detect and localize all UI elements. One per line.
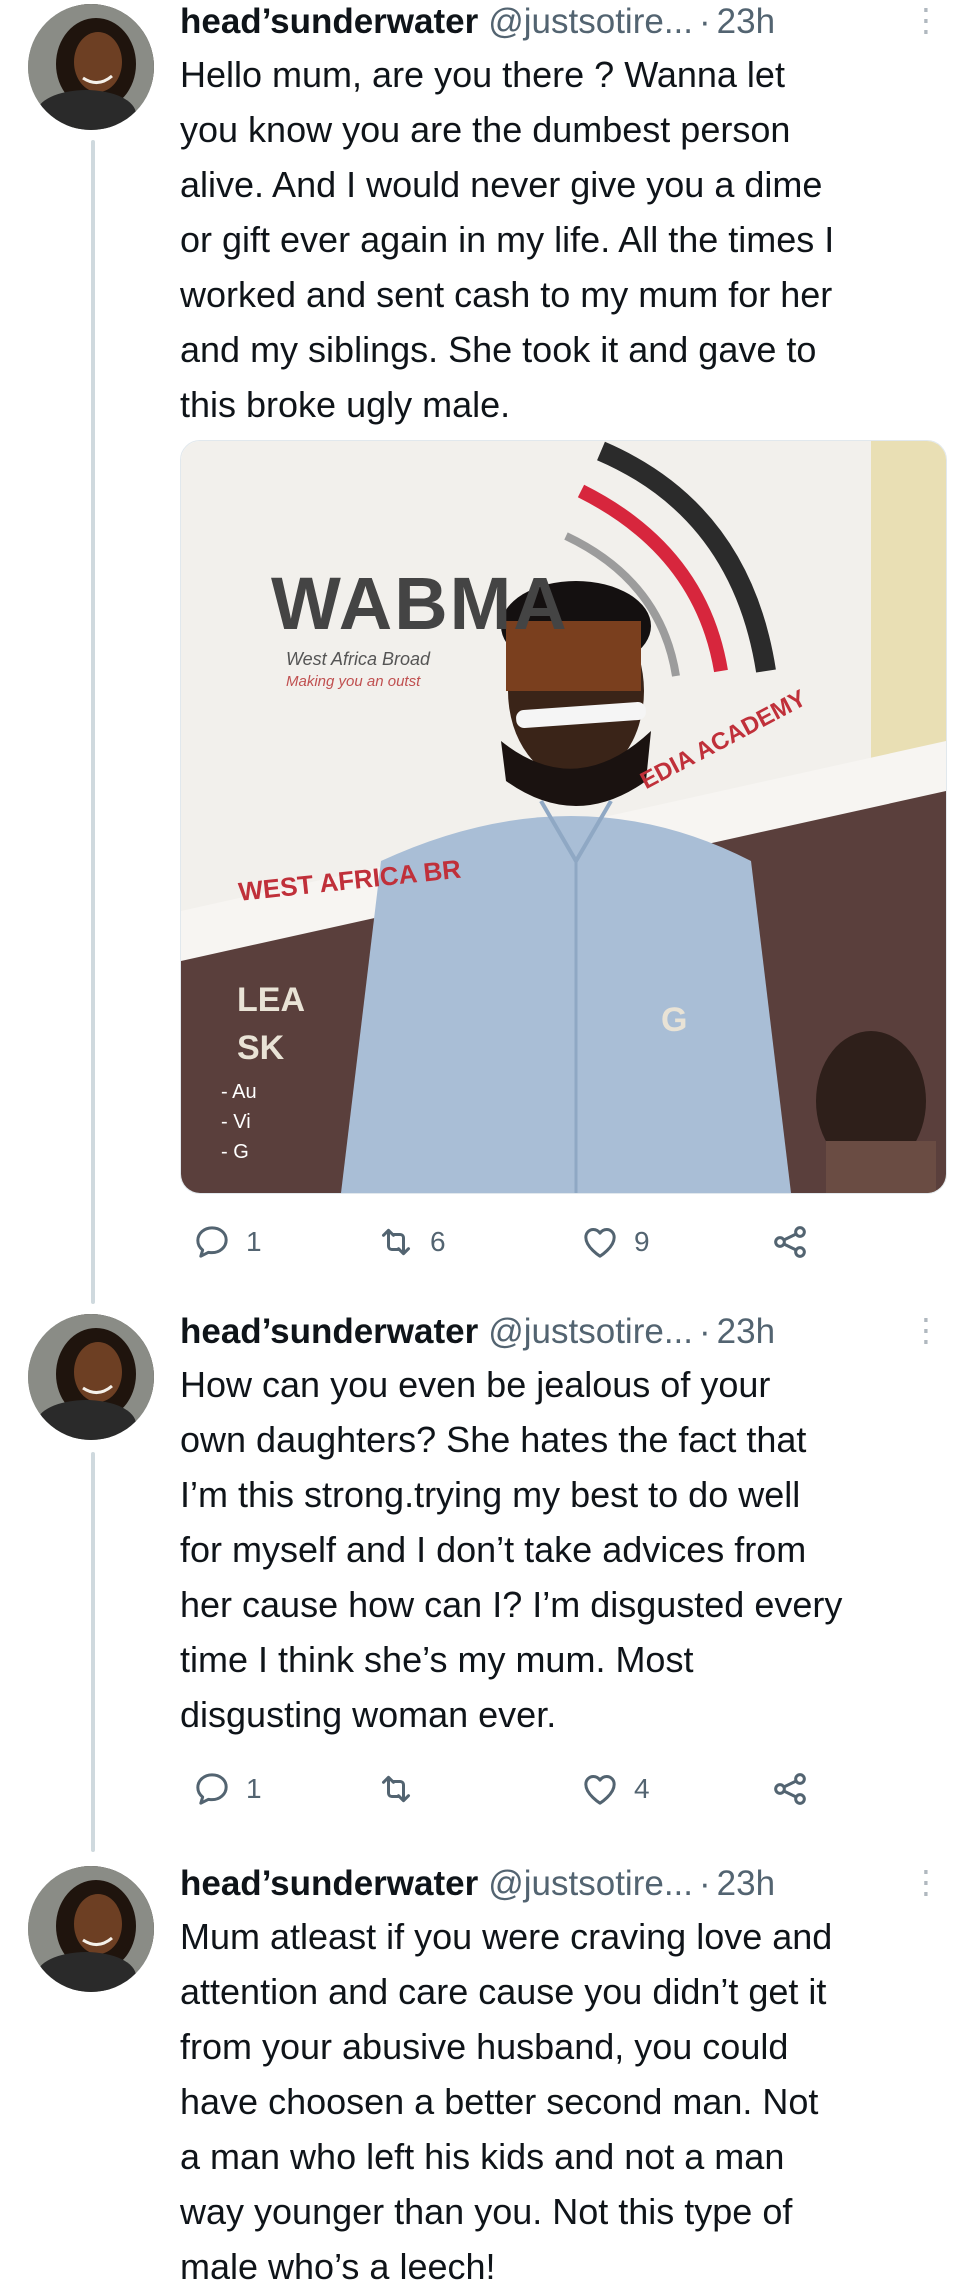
banner-tagline: West Africa Broad bbox=[286, 649, 431, 669]
media-photo bbox=[181, 441, 946, 1193]
like-button[interactable]: 9 bbox=[580, 1219, 650, 1265]
tweet-text: Hello mum, are you there ? Wanna let you… bbox=[180, 54, 835, 425]
author-name[interactable]: head’sunderwater bbox=[180, 0, 478, 44]
banner-list-item: - Vi bbox=[221, 1111, 251, 1133]
heart-icon bbox=[584, 1775, 616, 1805]
banner-list-item: - Au bbox=[221, 1081, 257, 1103]
retweet-button[interactable]: 6 bbox=[376, 1219, 446, 1265]
more-icon[interactable]: ⋮ bbox=[910, 1310, 942, 1350]
more-icon[interactable]: ⋮ bbox=[910, 1862, 942, 1902]
author-handle[interactable]: @justsotire... bbox=[488, 1310, 693, 1354]
timestamp[interactable]: 23h bbox=[717, 0, 775, 44]
avatar[interactable] bbox=[28, 1866, 154, 1992]
share-button[interactable] bbox=[770, 1766, 834, 1812]
timestamp[interactable]: 23h bbox=[717, 1862, 775, 1906]
reply-button[interactable]: 1 bbox=[192, 1766, 262, 1812]
author-handle[interactable]: @justsotire... bbox=[488, 1862, 693, 1906]
like-count: 4 bbox=[634, 1773, 650, 1804]
banner-line-1: LEA bbox=[237, 981, 305, 1019]
timestamp[interactable]: 23h bbox=[717, 1310, 775, 1354]
share-button[interactable] bbox=[770, 1219, 834, 1265]
retweet-icon bbox=[382, 1775, 410, 1803]
tweet-actions: 1 6 9 bbox=[180, 1219, 880, 1265]
author-name[interactable]: head’sunderwater bbox=[180, 1862, 478, 1906]
avatar-image bbox=[28, 1866, 154, 1992]
separator: · bbox=[699, 2, 711, 41]
reply-icon bbox=[196, 1226, 228, 1258]
more-icon[interactable]: ⋮ bbox=[910, 0, 942, 40]
avatar[interactable] bbox=[28, 4, 154, 130]
like-button[interactable]: 4 bbox=[580, 1766, 650, 1812]
retweet-icon bbox=[382, 1228, 410, 1256]
retweet-button[interactable] bbox=[376, 1766, 440, 1812]
reply-count: 1 bbox=[246, 1226, 262, 1257]
thread-line bbox=[91, 140, 95, 1304]
avatar-image bbox=[28, 1314, 154, 1440]
banner-logo: WABMA bbox=[271, 562, 569, 645]
like-count: 9 bbox=[634, 1226, 650, 1257]
banner-list-item: - G bbox=[221, 1141, 249, 1163]
retweet-count: 6 bbox=[430, 1226, 446, 1257]
author-handle[interactable]: @justsotire... bbox=[488, 0, 693, 44]
banner-subtagline: Making you an outst bbox=[286, 673, 421, 690]
separator: · bbox=[699, 1312, 711, 1351]
share-icon bbox=[774, 1226, 806, 1258]
banner-letter: G bbox=[661, 1001, 688, 1039]
thread-line bbox=[91, 1452, 95, 1852]
author-name[interactable]: head’sunderwater bbox=[180, 1310, 478, 1354]
banner-line-2: SK bbox=[237, 1029, 285, 1067]
tweet-text: How can you even be jealous of your own … bbox=[180, 1364, 843, 1735]
reply-icon bbox=[196, 1773, 228, 1805]
tweet-actions: 1 4 bbox=[180, 1766, 880, 1812]
avatar[interactable] bbox=[28, 1314, 154, 1440]
share-icon bbox=[774, 1773, 806, 1805]
reply-button[interactable]: 1 bbox=[192, 1219, 262, 1265]
tweet-text: Mum atleast if you were craving love and… bbox=[180, 1916, 833, 2287]
heart-icon bbox=[584, 1228, 616, 1258]
avatar-image bbox=[28, 4, 154, 130]
reply-count: 1 bbox=[246, 1773, 262, 1804]
separator: · bbox=[699, 1864, 711, 1903]
tweet-media[interactable]: WABMA West Africa Broad Making you an ou… bbox=[180, 440, 947, 1194]
